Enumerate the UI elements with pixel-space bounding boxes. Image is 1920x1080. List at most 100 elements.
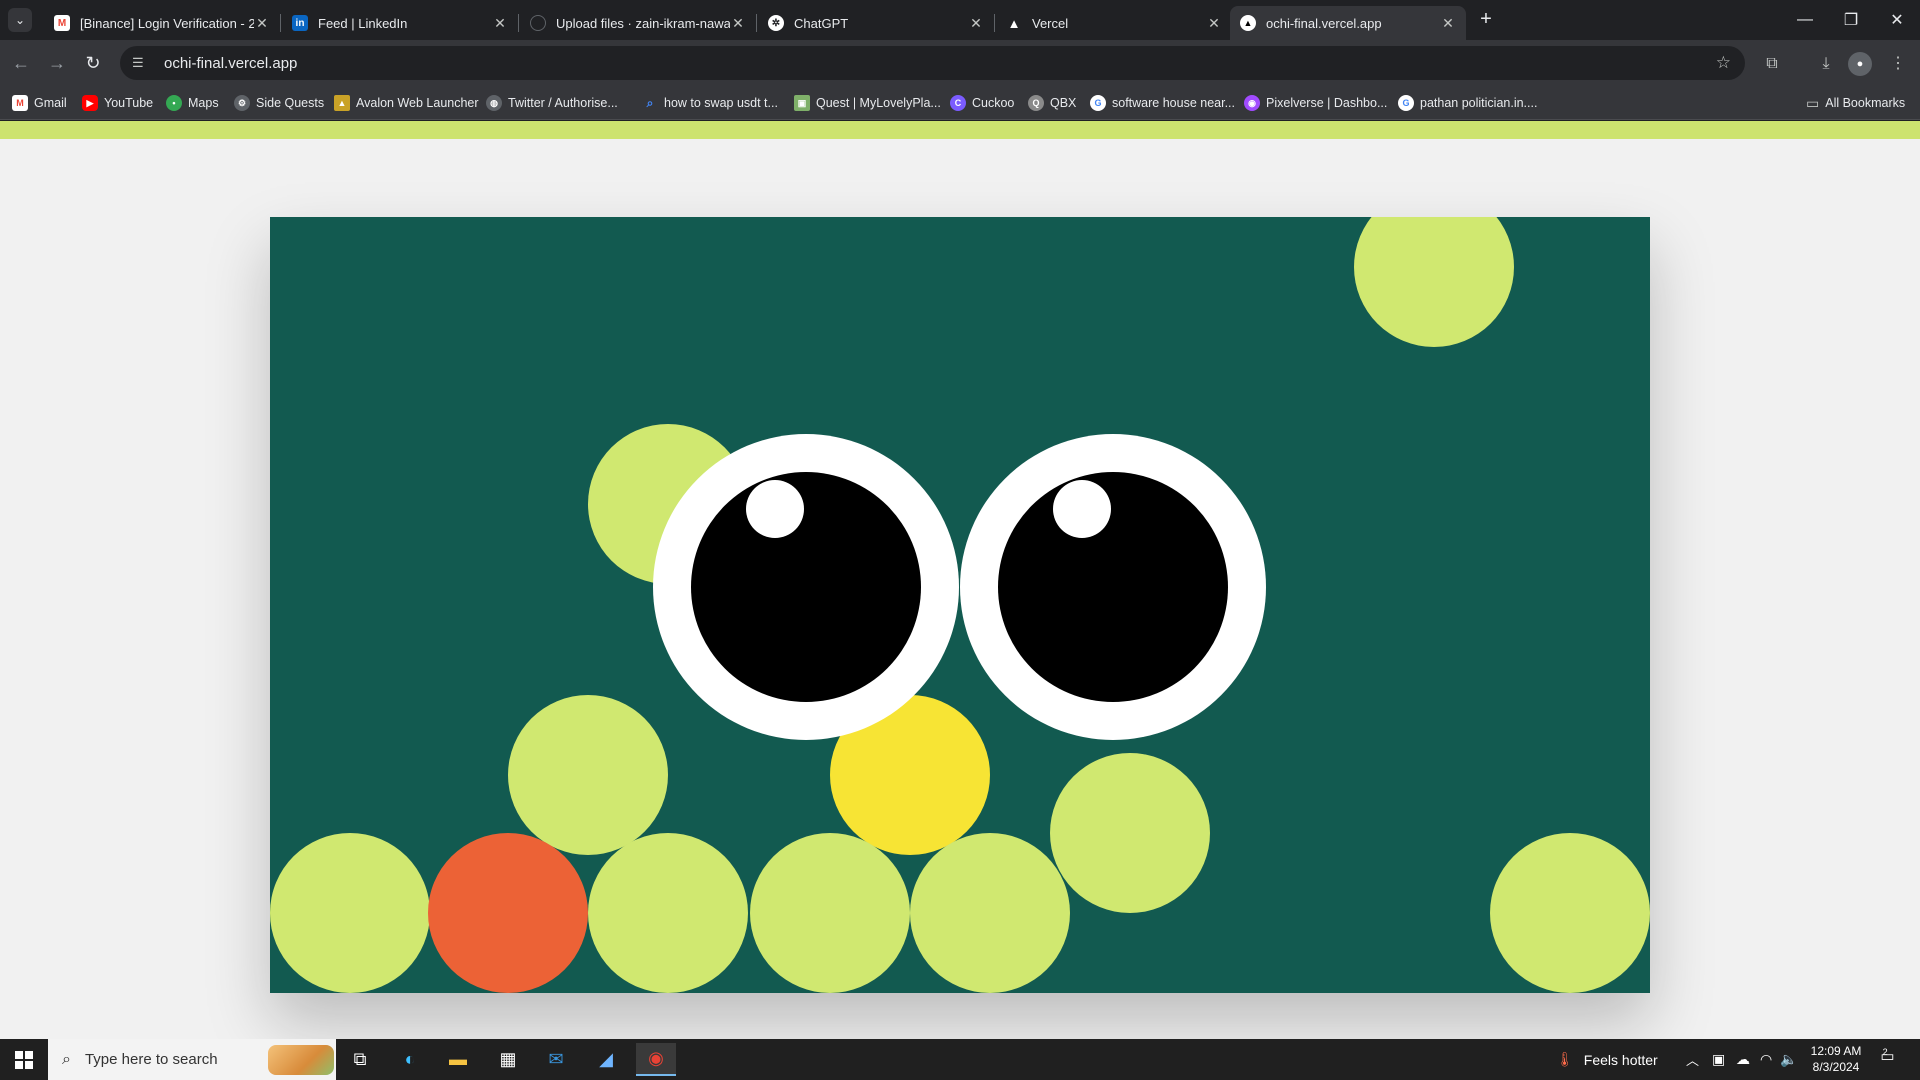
bookmark-side-quests[interactable]: ⚙ Side Quests <box>234 92 324 114</box>
ball-orange <box>428 833 588 993</box>
windows-start-icon[interactable] <box>0 1039 48 1080</box>
extensions-icon[interactable]: ⧉ <box>1760 52 1784 76</box>
bookmark-star-icon[interactable]: ☆ <box>1716 53 1731 73</box>
search-placeholder: Type here to search <box>84 1051 218 1068</box>
volume-muted-icon[interactable]: 🔈 <box>1780 1039 1797 1080</box>
close-icon[interactable]: ✕ <box>492 15 508 32</box>
bookmark-label: Quest | MyLovelyPla... <box>816 96 941 110</box>
app-icon[interactable]: ◢ <box>586 1043 626 1076</box>
ball-bottom-5 <box>910 833 1070 993</box>
tab-divider <box>280 14 281 32</box>
tab-title: [Binance] Login Verification - 20 <box>80 15 254 31</box>
task-view-icon[interactable]: ⧉ <box>340 1043 380 1076</box>
bookmark-youtube[interactable]: ▶ YouTube <box>82 92 153 114</box>
minimize-icon[interactable]: — <box>1782 0 1828 40</box>
right-eye[interactable] <box>960 434 1266 740</box>
globe-icon: ◍ <box>486 95 502 111</box>
linkedin-icon: in <box>292 15 308 31</box>
bookmark-label: Pixelverse | Dashbo... <box>1266 96 1388 110</box>
download-icon[interactable]: ⤓ <box>1814 52 1838 76</box>
back-icon[interactable]: ← <box>8 50 34 76</box>
onedrive-icon[interactable]: ☁ <box>1736 1039 1750 1080</box>
tab-vercel[interactable]: ▲ Vercel ✕ <box>996 6 1232 40</box>
bookmark-software-house[interactable]: Gsoftware house near... <box>1090 92 1235 114</box>
new-tab-button[interactable]: + <box>1472 8 1500 32</box>
bookmark-label: Side Quests <box>256 96 325 110</box>
weather-widget[interactable]: 🌡 Feels hotter <box>1556 1039 1658 1080</box>
bookmark-label: Cuckoo <box>972 96 1015 110</box>
clock-time: 12:09 AM <box>1810 1044 1862 1058</box>
left-eye[interactable] <box>653 434 959 740</box>
system-clock[interactable]: 12:09 AM 8/3/2024 <box>1800 1043 1872 1075</box>
notification-center-icon[interactable]: ▭2 <box>1876 1047 1904 1071</box>
bookmark-avalon[interactable]: ▲ Avalon Web Launcher <box>334 92 479 114</box>
search-highlight-art <box>268 1045 334 1075</box>
ball-top-right <box>1354 217 1514 347</box>
edge-icon[interactable]: ◐ <box>390 1043 430 1076</box>
bookmark-pathan[interactable]: Gpathan politician.in.... <box>1398 92 1537 114</box>
bookmark-pixelverse[interactable]: ◉ Pixelverse | Dashbo... <box>1244 92 1387 114</box>
bookmark-twitter[interactable]: ◍ Twitter / Authorise... <box>486 92 618 114</box>
gmail-icon: M <box>12 95 28 111</box>
close-icon[interactable]: ✕ <box>1440 15 1456 32</box>
accent-bar <box>0 121 1920 139</box>
bookmark-usdt[interactable]: ⌕ how to swap usdt t... <box>642 92 778 114</box>
tab-ochi-final[interactable]: ▲ ochi-final.vercel.app ✕ <box>1230 6 1466 40</box>
right-pupil <box>998 472 1228 702</box>
side-quests-icon: ⚙ <box>234 95 250 111</box>
browser-toolbar: ← → ↻ ☰ ochi-final.vercel.app ☆ ⧉ ⤓ ● ⋮ <box>0 40 1920 86</box>
left-pupil <box>691 472 921 702</box>
file-explorer-icon[interactable]: ▬ <box>438 1043 478 1076</box>
tab-chatgpt[interactable]: ✲ ChatGPT ✕ <box>758 6 994 40</box>
tray-chevron-icon[interactable]: ︿ <box>1686 1039 1699 1080</box>
ball-middle-left <box>508 695 668 855</box>
bookmark-label: Maps <box>188 96 219 110</box>
address-bar[interactable]: ☰ ochi-final.vercel.app ☆ <box>120 46 1745 80</box>
reload-icon[interactable]: ↻ <box>80 50 106 76</box>
url-text[interactable]: ochi-final.vercel.app <box>164 55 297 72</box>
bookmark-cuckoo[interactable]: C Cuckoo <box>950 92 1014 114</box>
mail-icon[interactable]: ✉ <box>536 1043 576 1076</box>
close-icon[interactable]: ✕ <box>1206 15 1222 32</box>
close-icon[interactable]: ✕ <box>730 15 746 32</box>
tab-title: Feed | LinkedIn <box>318 15 408 31</box>
bookmark-quest[interactable]: ▣ Quest | MyLovelyPla... <box>794 92 941 114</box>
notification-count: 2 <box>1882 1047 1888 1057</box>
meet-now-icon[interactable]: ▣ <box>1712 1039 1725 1080</box>
wifi-icon[interactable]: ◠ <box>1760 1039 1772 1080</box>
tab-divider <box>756 14 757 32</box>
eyes-card <box>270 217 1650 993</box>
right-eye-glint <box>1053 480 1111 538</box>
profile-avatar[interactable]: ● <box>1848 52 1872 76</box>
github-icon <box>530 15 546 31</box>
cuckoo-icon: C <box>950 95 966 111</box>
tab-search-button[interactable]: ⌄ <box>8 8 32 32</box>
bookmark-maps[interactable]: • Maps <box>166 92 219 114</box>
close-icon[interactable]: ✕ <box>968 15 984 32</box>
bookmark-gmail[interactable]: M Gmail <box>12 92 67 114</box>
forward-icon[interactable]: → <box>44 50 70 76</box>
bookmark-label: Avalon Web Launcher <box>356 96 479 110</box>
gmail-icon: M <box>54 15 70 31</box>
restore-icon[interactable]: ❐ <box>1828 0 1874 40</box>
site-info-icon[interactable]: ☰ <box>132 55 152 71</box>
close-window-icon[interactable]: ✕ <box>1874 0 1920 40</box>
tab-title: Vercel <box>1032 15 1069 31</box>
maps-icon: • <box>166 95 182 111</box>
menu-kebab-icon[interactable]: ⋮ <box>1886 52 1910 76</box>
store-icon[interactable]: ▦ <box>488 1043 528 1076</box>
bookmark-label: software house near... <box>1112 96 1235 110</box>
google-icon: G <box>1090 95 1106 111</box>
chatgpt-icon: ✲ <box>768 15 784 31</box>
tab-linkedin[interactable]: in Feed | LinkedIn ✕ <box>282 6 518 40</box>
close-icon[interactable]: ✕ <box>254 15 270 32</box>
taskbar-search[interactable]: ⌕ Type here to search <box>48 1039 336 1080</box>
ball-bottom-3 <box>588 833 748 993</box>
chrome-icon[interactable]: ◉ <box>636 1043 676 1076</box>
bookmark-qbx[interactable]: Q QBX <box>1028 92 1076 114</box>
bookmark-label: YouTube <box>104 96 154 110</box>
all-bookmarks[interactable]: ▭ All Bookmarks <box>1806 92 1905 114</box>
tab-github-upload[interactable]: Upload files · zain-ikram-nawaz ✕ <box>520 6 756 40</box>
google-icon: G <box>1398 95 1414 111</box>
tab-binance[interactable]: M [Binance] Login Verification - 20 ✕ <box>44 6 280 40</box>
